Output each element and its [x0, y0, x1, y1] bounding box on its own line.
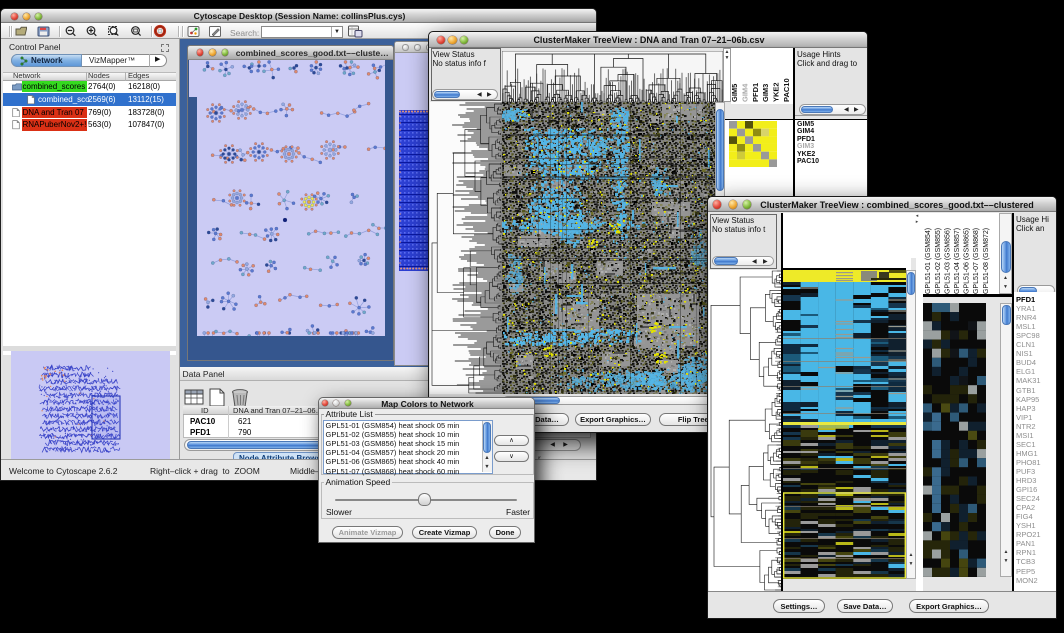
- svg-text:YKE2: YKE2: [772, 82, 781, 102]
- svg-text:GIM4: GIM4: [740, 83, 749, 102]
- svg-text:GIM3: GIM3: [761, 84, 770, 102]
- svg-text:GIM5: GIM5: [731, 84, 739, 102]
- svg-text:PAC10: PAC10: [782, 78, 791, 102]
- svg-text:PFD1: PFD1: [751, 83, 760, 102]
